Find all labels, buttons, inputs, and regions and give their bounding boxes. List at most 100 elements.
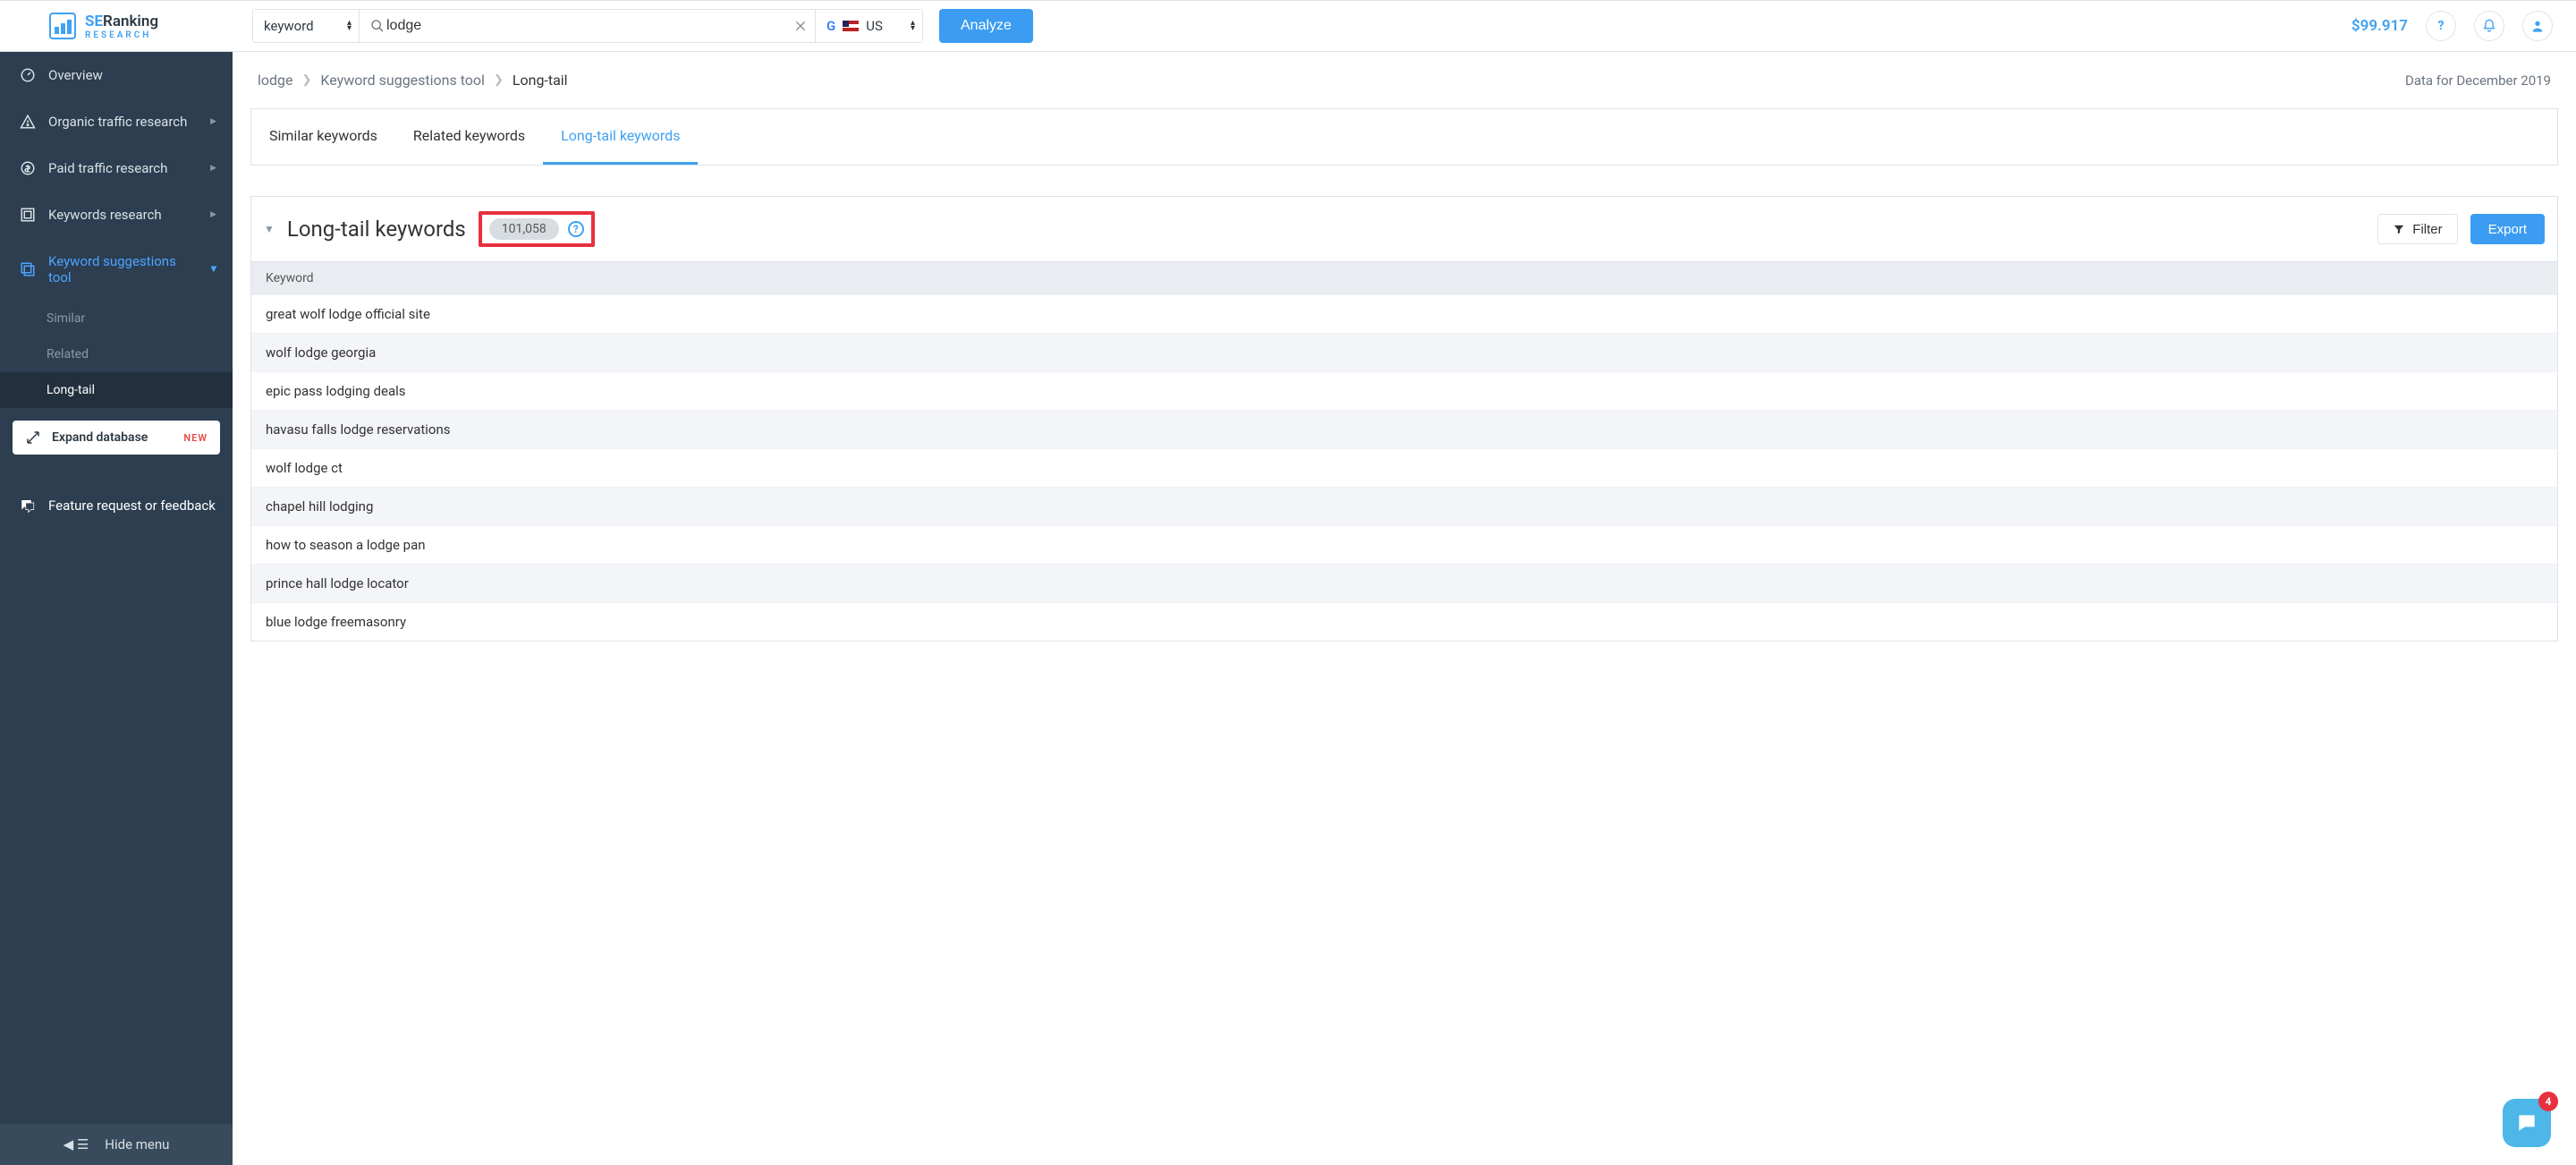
feedback-label: Feature request or feedback [48, 497, 216, 514]
table-row[interactable]: how to season a lodge pan [251, 525, 2557, 564]
topbar-right: $99.917 ? [2351, 11, 2576, 41]
chevron-right-icon: ▶ [210, 164, 216, 173]
tab-related[interactable]: Related keywords [395, 109, 543, 165]
sidebar-sub-related[interactable]: Related [0, 336, 233, 372]
expand-database-button[interactable]: Expand database NEW [13, 421, 220, 455]
logo-main: Ranking [103, 13, 158, 30]
expand-icon [25, 429, 41, 446]
chevron-down-icon: ▶ [209, 267, 218, 273]
logo[interactable]: SERanking RESEARCH [0, 13, 233, 40]
tab-longtail[interactable]: Long-tail keywords [543, 109, 698, 165]
dollar-icon [20, 160, 36, 176]
logo-icon [49, 13, 76, 39]
panel-title: Long-tail keywords [287, 217, 466, 242]
collapse-icon: ◀ ☰ [64, 1136, 89, 1152]
filter-label: Filter [2412, 222, 2442, 237]
layers-icon [20, 261, 36, 277]
chat-fab[interactable]: 4 [2503, 1099, 2551, 1147]
chat-badge: 4 [2538, 1092, 2558, 1111]
table-row[interactable]: blue lodge freemasonry [251, 602, 2557, 641]
user-icon [2530, 19, 2545, 33]
clear-icon[interactable] [793, 19, 808, 33]
caret-icon: ▴▾ [911, 21, 915, 31]
sidebar-item-suggestions[interactable]: Keyword suggestions tool ▶ [0, 238, 233, 301]
collapse-caret-icon[interactable]: ▼ [264, 223, 275, 235]
crumb-keyword[interactable]: lodge [258, 72, 293, 89]
chevron-right-icon: ▶ [210, 210, 216, 219]
table-header: Keyword [251, 261, 2557, 294]
count-highlight: 101,058 ? [479, 211, 595, 247]
bell-icon [2482, 19, 2496, 33]
sidebar: Overview Organic traffic research ▶ Paid… [0, 52, 233, 1165]
filter-button[interactable]: Filter [2377, 214, 2457, 244]
sidebar-item-paid[interactable]: Paid traffic research ▶ [0, 145, 233, 191]
panel-header: ▼ Long-tail keywords 101,058 ? Filter Ex… [251, 197, 2557, 261]
crumb-tool[interactable]: Keyword suggestions tool [320, 72, 485, 89]
sidebar-item-overview[interactable]: Overview [0, 52, 233, 98]
profile-button[interactable] [2522, 11, 2553, 41]
search-group: keyword ▴▾ G US ▴▾ Analyze [233, 9, 1033, 43]
crumb-current: Long-tail [513, 72, 568, 89]
grid-icon [20, 207, 36, 223]
feedback-link[interactable]: Feature request or feedback [0, 481, 233, 530]
google-icon: G [826, 18, 835, 34]
search-type-value: keyword [264, 18, 314, 34]
chat-icon [20, 497, 36, 514]
sidebar-label: Keyword suggestions tool [48, 253, 198, 285]
logo-prefix: SE [85, 13, 103, 30]
table-row[interactable]: prince hall lodge locator [251, 564, 2557, 602]
sidebar-sub-longtail[interactable]: Long-tail [0, 372, 233, 408]
chevron-right-icon: ❯ [494, 73, 504, 87]
table-row[interactable]: chapel hill lodging [251, 487, 2557, 525]
breadcrumb: lodge ❯ Keyword suggestions tool ❯ Long-… [233, 52, 2576, 108]
country-select[interactable]: G US ▴▾ [816, 9, 923, 43]
table-row[interactable]: great wolf lodge official site [251, 294, 2557, 333]
result-count-badge: 101,058 [489, 218, 559, 240]
logo-text: SERanking RESEARCH [85, 13, 158, 40]
search-input[interactable] [385, 17, 793, 35]
sidebar-item-keywords[interactable]: Keywords research ▶ [0, 191, 233, 238]
account-balance[interactable]: $99.917 [2351, 17, 2408, 35]
main-content: lodge ❯ Keyword suggestions tool ❯ Long-… [233, 52, 2576, 1165]
table-row[interactable]: wolf lodge georgia [251, 333, 2557, 371]
export-button[interactable]: Export [2470, 214, 2545, 244]
chevron-right-icon: ▶ [210, 117, 216, 126]
help-button[interactable]: ? [2426, 11, 2456, 41]
hide-menu-label: Hide menu [105, 1136, 169, 1152]
tabs: Similar keywords Related keywords Long-t… [250, 108, 2558, 166]
sidebar-label: Paid traffic research [48, 160, 167, 176]
table-row[interactable]: havasu falls lodge reservations [251, 410, 2557, 448]
filter-icon [2393, 223, 2405, 235]
sidebar-label: Keywords research [48, 207, 162, 223]
analyze-button[interactable]: Analyze [939, 9, 1033, 43]
search-icon [370, 19, 385, 33]
sidebar-sub-similar[interactable]: Similar [0, 301, 233, 336]
notifications-button[interactable] [2474, 11, 2504, 41]
column-keyword[interactable]: Keyword [266, 271, 314, 285]
logo-sub: RESEARCH [85, 30, 158, 40]
table-body: great wolf lodge official site wolf lodg… [251, 294, 2557, 641]
hide-menu-button[interactable]: ◀ ☰ Hide menu [0, 1124, 233, 1165]
expand-label: Expand database [52, 430, 148, 445]
country-code: US [866, 18, 883, 34]
top-bar: SERanking RESEARCH keyword ▴▾ G US ▴▾ An… [0, 0, 2576, 52]
chat-bubble-icon [2515, 1111, 2538, 1135]
table-row[interactable]: wolf lodge ct [251, 448, 2557, 487]
help-icon[interactable]: ? [568, 221, 584, 237]
table-row[interactable]: epic pass lodging deals [251, 371, 2557, 410]
search-box [360, 9, 816, 43]
warning-icon [20, 114, 36, 130]
sidebar-label: Organic traffic research [48, 114, 187, 130]
sidebar-label: Overview [48, 67, 103, 83]
results-panel: ▼ Long-tail keywords 101,058 ? Filter Ex… [250, 196, 2558, 642]
search-type-select[interactable]: keyword ▴▾ [252, 9, 360, 43]
chevron-right-icon: ❯ [302, 73, 312, 87]
sidebar-item-organic[interactable]: Organic traffic research ▶ [0, 98, 233, 145]
data-date: Data for December 2019 [2405, 72, 2551, 89]
new-badge: NEW [183, 432, 208, 444]
gauge-icon [20, 67, 36, 83]
panel-actions: Filter Export [2377, 214, 2545, 244]
caret-icon: ▴▾ [347, 21, 352, 31]
flag-us-icon [843, 21, 859, 31]
tab-similar[interactable]: Similar keywords [251, 109, 395, 165]
